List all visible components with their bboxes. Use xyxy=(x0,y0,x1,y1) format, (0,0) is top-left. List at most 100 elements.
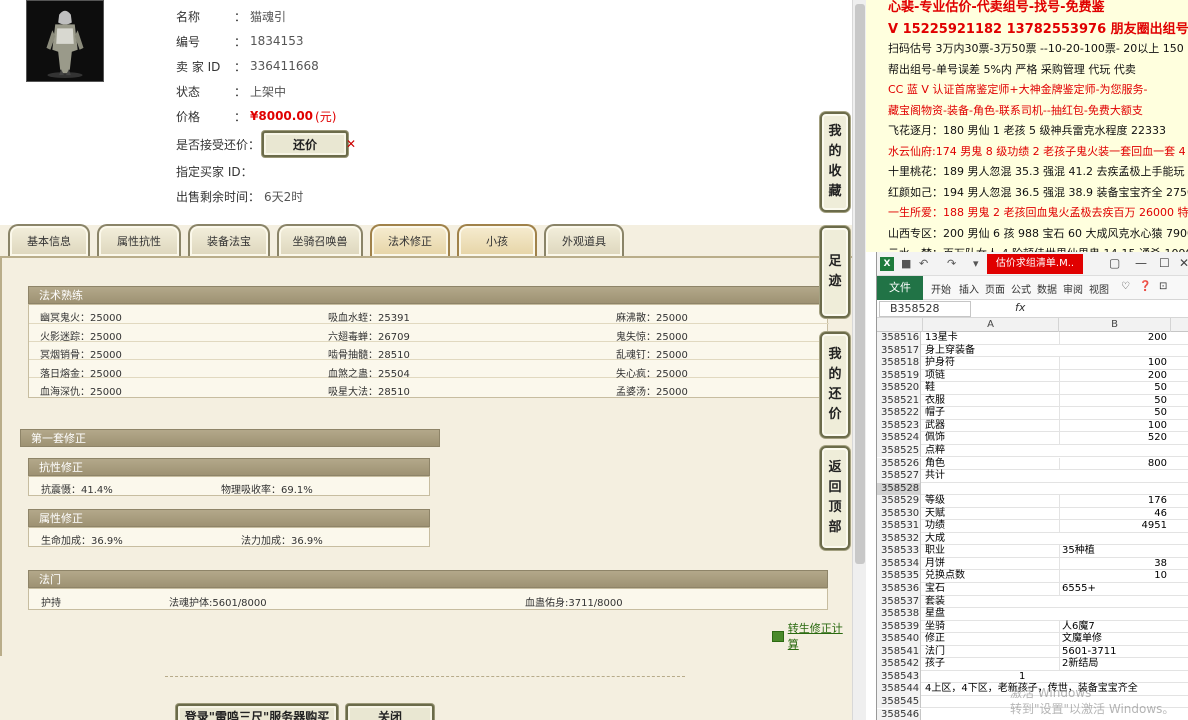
cell-a[interactable]: 法门 xyxy=(925,646,1059,658)
my-favorites-button[interactable]: 我的收藏 xyxy=(820,112,850,212)
row-number[interactable]: 358523 xyxy=(877,419,921,433)
row-number[interactable]: 358528 xyxy=(877,482,921,496)
left-scrollbar[interactable] xyxy=(852,0,866,720)
cell-a[interactable]: 职业 xyxy=(925,545,1059,557)
cell-a[interactable]: 共计 xyxy=(925,470,1059,482)
cell-a[interactable]: 大成 xyxy=(925,533,1059,545)
name-box[interactable]: B358528 xyxy=(879,301,971,317)
cell-a[interactable]: 宝石 xyxy=(925,583,1059,595)
cell-a[interactable]: 项链 xyxy=(925,370,1059,382)
row-number[interactable]: 358545 xyxy=(877,695,921,709)
haggle-button[interactable]: 还价 xyxy=(262,131,348,157)
row-number[interactable]: 358532 xyxy=(877,532,921,546)
help-icon[interactable]: ❓ xyxy=(1139,281,1151,292)
row-number[interactable]: 358529 xyxy=(877,495,921,508)
cell-b[interactable]: 1 xyxy=(1019,671,1131,683)
tab-review[interactable]: 审阅 xyxy=(1063,281,1083,296)
close-button[interactable]: 关闭 xyxy=(346,704,434,720)
row-number[interactable]: 358522 xyxy=(877,407,921,420)
tab-data[interactable]: 数据 xyxy=(1037,281,1057,296)
row-number[interactable]: 358546 xyxy=(877,708,921,720)
cell-b[interactable]: 46 xyxy=(1059,507,1171,520)
row-number[interactable]: 358521 xyxy=(877,394,921,408)
row-number[interactable]: 358536 xyxy=(877,583,921,596)
row-number[interactable]: 358526 xyxy=(877,457,921,470)
cell-a[interactable]: 佩饰 xyxy=(925,432,1059,444)
cell-b[interactable]: 176 xyxy=(1059,495,1171,508)
cell-b[interactable]: 50 xyxy=(1059,394,1171,407)
cell-b[interactable]: 5601-3711 xyxy=(1059,645,1171,658)
tab-mounts[interactable]: 坐骑召唤兽 xyxy=(277,224,363,256)
row-number[interactable]: 358535 xyxy=(877,570,921,583)
minimize-icon[interactable]: — xyxy=(1135,256,1147,270)
cell-a[interactable]: 天赋 xyxy=(925,508,1059,520)
row-number[interactable]: 358531 xyxy=(877,520,921,533)
cell-b[interactable]: 100 xyxy=(1059,357,1171,370)
cell-a[interactable]: 身上穿装备 xyxy=(925,345,1059,357)
row-number[interactable]: 358524 xyxy=(877,432,921,445)
footprint-button[interactable]: 足迹 xyxy=(820,226,850,318)
close-icon[interactable]: ✕ xyxy=(1179,256,1188,270)
cell-a[interactable]: 衣服 xyxy=(925,395,1059,407)
ribbon-options-icon[interactable]: ▢ xyxy=(1109,256,1120,270)
tab-attributes[interactable]: 属性抗性 xyxy=(97,224,181,256)
share-icon[interactable]: ⊡ xyxy=(1159,281,1167,292)
tab-equipment[interactable]: 装备法宝 xyxy=(188,224,270,256)
customize-icon[interactable]: ▾ xyxy=(973,257,979,270)
cell-b[interactable]: 人6魔7 xyxy=(1059,620,1171,633)
cell-a[interactable]: 套装 xyxy=(925,596,1059,608)
my-haggle-button[interactable]: 我的还价 xyxy=(820,332,850,438)
tell-me-icon[interactable]: ♡ xyxy=(1121,281,1130,292)
cell-a[interactable]: 帽子 xyxy=(925,407,1059,419)
cell-b[interactable]: 4951 xyxy=(1059,520,1171,533)
row-number[interactable]: 358541 xyxy=(877,645,921,659)
tab-formula[interactable]: 公式 xyxy=(1011,281,1031,296)
cell-b[interactable]: 520 xyxy=(1059,432,1171,445)
cell-a[interactable]: 孩子 xyxy=(925,658,1059,670)
cell-b[interactable]: 200 xyxy=(1059,369,1171,382)
tab-page[interactable]: 页面 xyxy=(985,281,1005,296)
cell-b[interactable]: 50 xyxy=(1059,382,1171,395)
cell-a[interactable]: 护身符 xyxy=(925,357,1059,369)
maximize-icon[interactable]: ☐ xyxy=(1159,256,1170,270)
row-number[interactable]: 358534 xyxy=(877,557,921,571)
row-number[interactable]: 358538 xyxy=(877,608,921,621)
row-number[interactable]: 358544 xyxy=(877,683,921,696)
row-number[interactable]: 358533 xyxy=(877,545,921,558)
cell-a[interactable]: 点粹 xyxy=(925,445,1059,457)
row-number[interactable]: 358516 xyxy=(877,332,921,345)
row-number[interactable]: 358539 xyxy=(877,620,921,634)
cell-a[interactable]: 星盘 xyxy=(925,608,1059,620)
cell-b[interactable]: 2新结局 xyxy=(1059,658,1171,671)
cell-a[interactable]: 功绩 xyxy=(925,520,1059,532)
cell-b[interactable]: 200 xyxy=(1059,332,1171,344)
back-to-top-button[interactable]: 返回顶部 xyxy=(820,446,850,550)
cell-a[interactable]: 坐骑 xyxy=(925,621,1059,633)
cell-a[interactable]: 月饼 xyxy=(925,558,1059,570)
tab-view[interactable]: 视图 xyxy=(1089,281,1109,296)
cell-a[interactable]: 武器 xyxy=(925,420,1059,432)
cell-b[interactable]: 38 xyxy=(1059,557,1171,570)
row-number[interactable]: 358537 xyxy=(877,595,921,609)
cell-a[interactable]: 兑换点数 xyxy=(925,570,1059,582)
tab-child[interactable]: 小孩 xyxy=(457,224,537,256)
tab-basic-info[interactable]: 基本信息 xyxy=(8,224,90,256)
row-number[interactable]: 358527 xyxy=(877,470,921,483)
row-number[interactable]: 358517 xyxy=(877,344,921,358)
tab-appearance[interactable]: 外观道具 xyxy=(544,224,624,256)
save-icon[interactable]: ■ xyxy=(901,257,911,270)
cell-b[interactable]: 50 xyxy=(1059,407,1171,420)
cell-a[interactable]: 鞋 xyxy=(925,382,1059,394)
cell-a[interactable]: 13星卡 xyxy=(925,332,1059,344)
row-number[interactable]: 358519 xyxy=(877,369,921,383)
row-number[interactable]: 358540 xyxy=(877,633,921,646)
cell-b[interactable]: 10 xyxy=(1059,570,1171,583)
tab-home[interactable]: 开始 xyxy=(931,281,951,296)
undo-icon[interactable]: ↶ xyxy=(919,257,928,270)
row-number[interactable]: 358530 xyxy=(877,507,921,521)
file-tab[interactable]: 文件 xyxy=(877,276,923,300)
row-number[interactable]: 358520 xyxy=(877,382,921,395)
row-number[interactable]: 358525 xyxy=(877,444,921,458)
cell-b[interactable]: 35种植 xyxy=(1059,545,1171,558)
calc-link[interactable]: 转生修正计算 xyxy=(772,620,852,652)
